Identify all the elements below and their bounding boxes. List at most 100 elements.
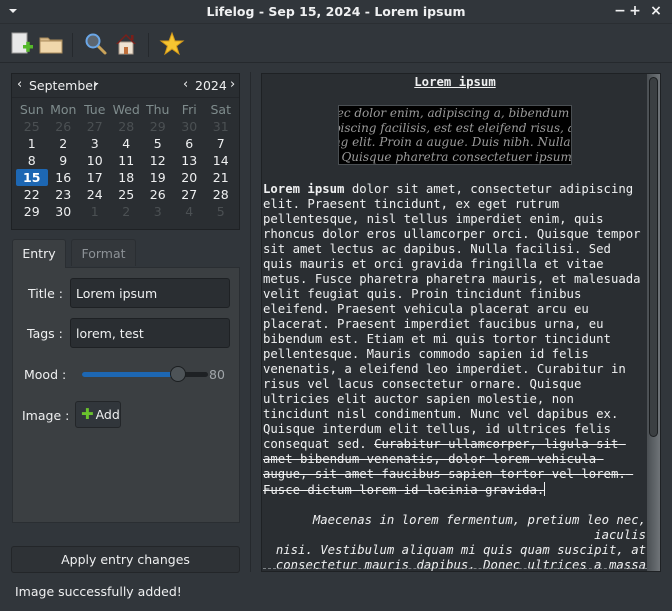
- weekday-label: Fri: [181, 102, 197, 117]
- next-month-button[interactable]: ›: [93, 77, 98, 92]
- month-label[interactable]: September: [29, 78, 98, 93]
- tags-input[interactable]: [70, 318, 230, 348]
- weekday-header-row: Sun Mon Tue Wed Thu Fri Sat: [16, 101, 237, 118]
- calendar-day[interactable]: 29: [142, 118, 174, 135]
- new-entry-button[interactable]: [9, 31, 35, 57]
- title-bar: Lifelog - Sep 15, 2024 - Lorem ipsum − +…: [0, 0, 672, 24]
- search-button[interactable]: [83, 31, 109, 57]
- calendar-day[interactable]: 5: [205, 203, 237, 220]
- calendar-week-row: 29 30 1 2 3 4 5: [16, 203, 237, 220]
- calendar-day[interactable]: 24: [79, 186, 111, 203]
- mood-label: Mood :: [24, 367, 67, 382]
- calendar-day[interactable]: 7: [205, 135, 237, 152]
- mood-slider[interactable]: [82, 364, 208, 384]
- calendar-week-row: 8 9 10 11 12 13 14: [16, 152, 237, 169]
- calendar-day[interactable]: 28: [205, 186, 237, 203]
- calendar-day[interactable]: 1: [16, 135, 48, 152]
- italic-line: Maecenas in lorem fermentum, pretium leo…: [312, 513, 646, 542]
- weekday-label: Tue: [84, 102, 106, 117]
- weekday-label: Wed: [112, 102, 140, 117]
- tab-entry[interactable]: Entry: [12, 239, 66, 268]
- calendar-day[interactable]: 29: [16, 203, 48, 220]
- calendar-day[interactable]: 22: [16, 186, 48, 203]
- entry-heading: Lorem ipsum: [414, 75, 496, 89]
- calendar-day[interactable]: 30: [48, 203, 80, 220]
- open-button[interactable]: [38, 31, 64, 57]
- scrollbar-thumb[interactable]: [649, 77, 658, 437]
- calendar-day[interactable]: 27: [79, 118, 111, 135]
- favorite-button[interactable]: [159, 31, 185, 57]
- calendar-day[interactable]: 18: [111, 169, 143, 186]
- home-icon: [116, 34, 136, 55]
- calendar-day[interactable]: 3: [142, 203, 174, 220]
- image-label: Image :: [22, 408, 70, 423]
- image-text-line: ing elit. Proin a augue. Duis nibh. Null…: [339, 135, 571, 149]
- calendar-day[interactable]: 12: [142, 152, 174, 169]
- calendar-day[interactable]: 17: [79, 169, 111, 186]
- calendar-day[interactable]: 11: [111, 152, 143, 169]
- home-button[interactable]: [113, 31, 139, 57]
- calendar-day[interactable]: 9: [48, 152, 80, 169]
- image-text-line: ipiscing facilisis, est est eleifend ris…: [339, 120, 571, 135]
- entry-editor[interactable]: Lorem ipsum nec dolor enim, adipiscing a…: [261, 73, 661, 572]
- apply-entry-changes-button[interactable]: Apply entry changes: [11, 546, 240, 573]
- calendar-day[interactable]: 8: [16, 152, 48, 169]
- add-image-button[interactable]: ✚ Add: [75, 401, 121, 428]
- slider-handle[interactable]: [170, 366, 186, 382]
- calendar-day[interactable]: 6: [174, 135, 206, 152]
- year-label[interactable]: 2024: [195, 78, 227, 93]
- minimize-button[interactable]: −: [612, 3, 628, 19]
- calendar-grid: Sun Mon Tue Wed Thu Fri Sat 25 26 27 28 29 30 31 1 2 3 4 5…: [16, 101, 237, 220]
- calendar-week-row: 22 23 24 25 26 27 28: [16, 186, 237, 203]
- panel-splitter[interactable]: [250, 72, 251, 572]
- calendar-day[interactable]: 26: [48, 118, 80, 135]
- new-document-icon: [11, 32, 33, 54]
- folder-icon: [39, 37, 63, 54]
- body-text: dolor sit amet, consectetur adipiscing e…: [263, 182, 641, 451]
- plus-icon: ✚: [81, 405, 94, 423]
- calendar-header: ‹ September › ‹ 2024 ›: [12, 74, 239, 98]
- calendar-day[interactable]: 14: [205, 152, 237, 169]
- calendar-week-row: 1234567: [16, 135, 237, 152]
- calendar-day[interactable]: 2: [48, 135, 80, 152]
- vertical-scrollbar[interactable]: [647, 74, 660, 571]
- editor-content[interactable]: Lorem ipsum nec dolor enim, adipiscing a…: [263, 74, 647, 571]
- calendar-day[interactable]: 30: [174, 118, 206, 135]
- calendar-day[interactable]: 26: [142, 186, 174, 203]
- tab-format[interactable]: Format: [71, 239, 136, 266]
- prev-month-button[interactable]: ‹: [17, 77, 22, 92]
- calendar-day[interactable]: 10: [79, 152, 111, 169]
- entry-tab-panel: Title : Tags : Mood : 80 Image : ✚Add: [12, 267, 240, 523]
- calendar-day[interactable]: 4: [111, 135, 143, 152]
- image-text-line: nec dolor enim, adipiscing a, bibendum n…: [338, 106, 571, 120]
- next-year-button[interactable]: ›: [230, 77, 235, 92]
- calendar-day[interactable]: 27: [174, 186, 206, 203]
- calendar-week-row: 25 26 27 28 29 30 31: [16, 118, 237, 135]
- calendar-day[interactable]: 23: [48, 186, 80, 203]
- entry-tabs: Entry Format Title : Tags : Mood : 80 Im…: [11, 239, 240, 539]
- calendar-day-selected[interactable]: 15: [16, 169, 48, 186]
- calendar-day[interactable]: 25: [16, 118, 48, 135]
- star-icon: [159, 31, 185, 56]
- page-break-line: [263, 568, 647, 571]
- calendar-day[interactable]: 16: [48, 169, 80, 186]
- calendar-day[interactable]: 13: [174, 152, 206, 169]
- calendar-day[interactable]: 3: [79, 135, 111, 152]
- title-label: Title :: [28, 286, 63, 301]
- calendar-day[interactable]: 2: [111, 203, 143, 220]
- calendar-day[interactable]: 1: [79, 203, 111, 220]
- maximize-button[interactable]: +: [627, 3, 643, 19]
- title-input[interactable]: [70, 278, 230, 308]
- calendar-day[interactable]: 20: [174, 169, 206, 186]
- calendar: ‹ September › ‹ 2024 › Sun Mon Tue Wed Thu Fr…: [11, 73, 240, 230]
- prev-year-button[interactable]: ‹: [183, 77, 188, 92]
- calendar-day[interactable]: 31: [205, 118, 237, 135]
- calendar-day[interactable]: 5: [142, 135, 174, 152]
- close-button[interactable]: ×: [648, 3, 664, 19]
- calendar-day[interactable]: 25: [111, 186, 143, 203]
- calendar-day[interactable]: 4: [174, 203, 206, 220]
- toolbar-separator: [72, 33, 73, 57]
- calendar-day[interactable]: 19: [142, 169, 174, 186]
- calendar-day[interactable]: 21: [205, 169, 237, 186]
- calendar-day[interactable]: 28: [111, 118, 143, 135]
